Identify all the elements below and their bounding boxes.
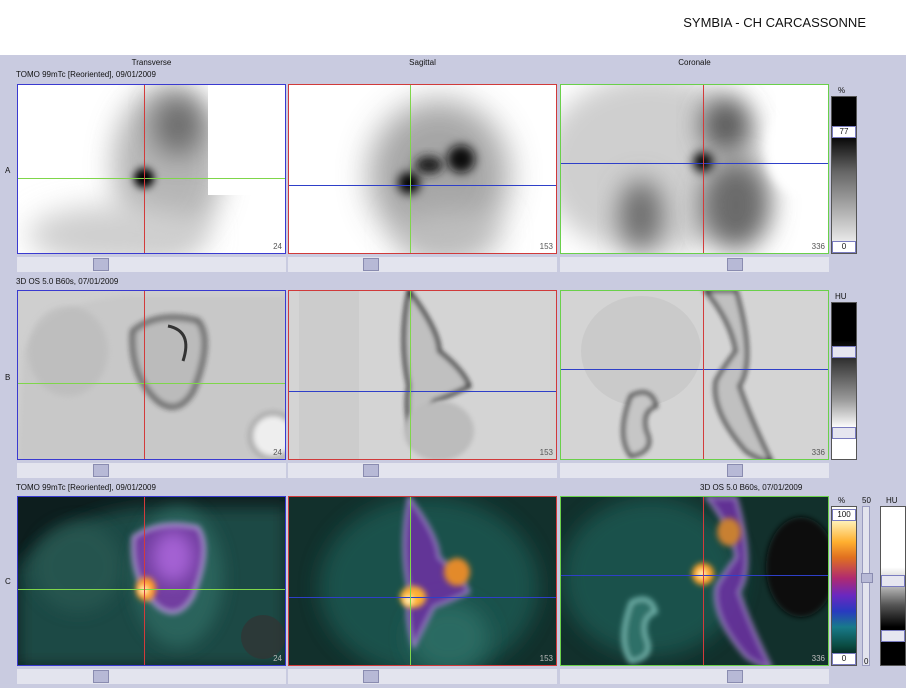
crosshair-vertical[interactable] <box>144 497 145 665</box>
slice-slider-coronale[interactable] <box>560 257 829 272</box>
viewport-a-sagittal[interactable]: 153 <box>288 84 557 254</box>
slice-number: 336 <box>811 242 825 251</box>
viewport-b-coronale[interactable]: 336 <box>560 290 829 460</box>
row-c-label: C <box>5 577 11 586</box>
viewport-b-sagittal[interactable]: 153 <box>288 290 557 460</box>
slider-thumb[interactable] <box>93 464 109 477</box>
column-header-transverse: Transverse <box>131 58 172 67</box>
row-a-series-label: TOMO 99mTc [Reoriented], 09/01/2009 <box>16 70 156 79</box>
fusion-blend-slider[interactable] <box>861 506 873 666</box>
crosshair-vertical[interactable] <box>410 85 411 253</box>
crosshair-horizontal[interactable] <box>561 163 828 164</box>
grayscale-colorbar <box>831 96 857 254</box>
row-b-label: B <box>5 373 11 382</box>
slider-thumb[interactable] <box>93 258 109 271</box>
slider-thumb[interactable] <box>861 573 873 583</box>
crosshair-vertical[interactable] <box>703 497 704 665</box>
pet-min-value[interactable]: 0 <box>832 653 856 665</box>
slider-thumb[interactable] <box>727 670 743 683</box>
crosshair-horizontal[interactable] <box>289 185 556 186</box>
crosshair-vertical[interactable] <box>144 85 145 253</box>
pet-max-value[interactable]: 100 <box>832 509 856 521</box>
ct-window-upper-handle[interactable] <box>881 575 905 587</box>
viewport-a-coronale[interactable]: 336 <box>560 84 829 254</box>
crosshair-vertical[interactable] <box>144 291 145 459</box>
window-upper-handle[interactable] <box>832 346 856 358</box>
slider-thumb[interactable] <box>727 464 743 477</box>
row-a-label: A <box>5 166 11 175</box>
site-title: SYMBIA - CH CARCASSONNE <box>683 15 866 30</box>
viewport-b-transverse[interactable]: 24 <box>17 290 286 460</box>
slice-number: 24 <box>273 242 282 251</box>
slider-thumb[interactable] <box>93 670 109 683</box>
pet-colorbar <box>831 506 857 666</box>
crosshair-horizontal[interactable] <box>561 369 828 370</box>
viewport-c-coronale[interactable]: 336 <box>560 496 829 666</box>
header-bar: SYMBIA - CH CARCASSONNE <box>0 0 906 55</box>
row-a-unit-label: % <box>838 86 846 95</box>
row-c-blend-value: 50 <box>862 496 871 505</box>
window-min-value[interactable]: 0 <box>832 241 856 253</box>
slice-number: 24 <box>273 448 282 457</box>
window-max-value[interactable]: 77 <box>832 126 856 138</box>
crosshair-horizontal[interactable] <box>289 391 556 392</box>
slider-thumb[interactable] <box>363 258 379 271</box>
slice-number: 153 <box>539 242 553 251</box>
crosshair-vertical[interactable] <box>410 497 411 665</box>
slice-slider-coronale[interactable] <box>560 463 829 478</box>
slice-slider-coronale[interactable] <box>560 669 829 684</box>
viewer-workspace: Transverse Sagittal Coronale TOMO 99mTc … <box>0 55 906 688</box>
row-b-series-label: 3D OS 5.0 B60s, 07/01/2009 <box>16 277 119 286</box>
slice-slider-sagittal[interactable] <box>288 257 557 272</box>
viewport-c-transverse[interactable]: 24 <box>17 496 286 666</box>
crosshair-horizontal[interactable] <box>18 383 285 384</box>
window-lower-handle[interactable] <box>832 427 856 439</box>
crosshair-horizontal[interactable] <box>18 589 285 590</box>
slice-number: 336 <box>811 448 825 457</box>
row-b-unit-label: HU <box>835 292 847 301</box>
crosshair-horizontal[interactable] <box>561 575 828 576</box>
crosshair-horizontal[interactable] <box>289 597 556 598</box>
crosshair-vertical[interactable] <box>703 291 704 459</box>
row-c-ct-unit-label: HU <box>886 496 898 505</box>
row-c-nm-unit-label: % <box>838 496 846 505</box>
slice-slider-transverse[interactable] <box>17 257 286 272</box>
fusion-blend-min: 0 <box>864 657 869 666</box>
row-c-series-label-right: 3D OS 5.0 B60s, 07/01/2009 <box>700 483 803 492</box>
row-c-series-label-left: TOMO 99mTc [Reoriented], 09/01/2009 <box>16 483 156 492</box>
crosshair-vertical[interactable] <box>410 291 411 459</box>
slice-number: 153 <box>539 654 553 663</box>
ct-window-lower-handle[interactable] <box>881 630 905 642</box>
slice-slider-transverse[interactable] <box>17 669 286 684</box>
crosshair-vertical[interactable] <box>703 85 704 253</box>
viewport-a-transverse[interactable]: 24 <box>17 84 286 254</box>
slice-slider-sagittal[interactable] <box>288 463 557 478</box>
slice-slider-sagittal[interactable] <box>288 669 557 684</box>
slider-thumb[interactable] <box>363 464 379 477</box>
slice-number: 336 <box>811 654 825 663</box>
viewport-c-sagittal[interactable]: 153 <box>288 496 557 666</box>
slice-number: 153 <box>539 448 553 457</box>
crosshair-horizontal[interactable] <box>18 178 285 179</box>
column-header-sagittal: Sagittal <box>409 58 436 67</box>
slider-thumb[interactable] <box>363 670 379 683</box>
slider-thumb[interactable] <box>727 258 743 271</box>
slice-number: 24 <box>273 654 282 663</box>
slice-slider-transverse[interactable] <box>17 463 286 478</box>
column-header-coronale: Coronale <box>678 58 711 67</box>
